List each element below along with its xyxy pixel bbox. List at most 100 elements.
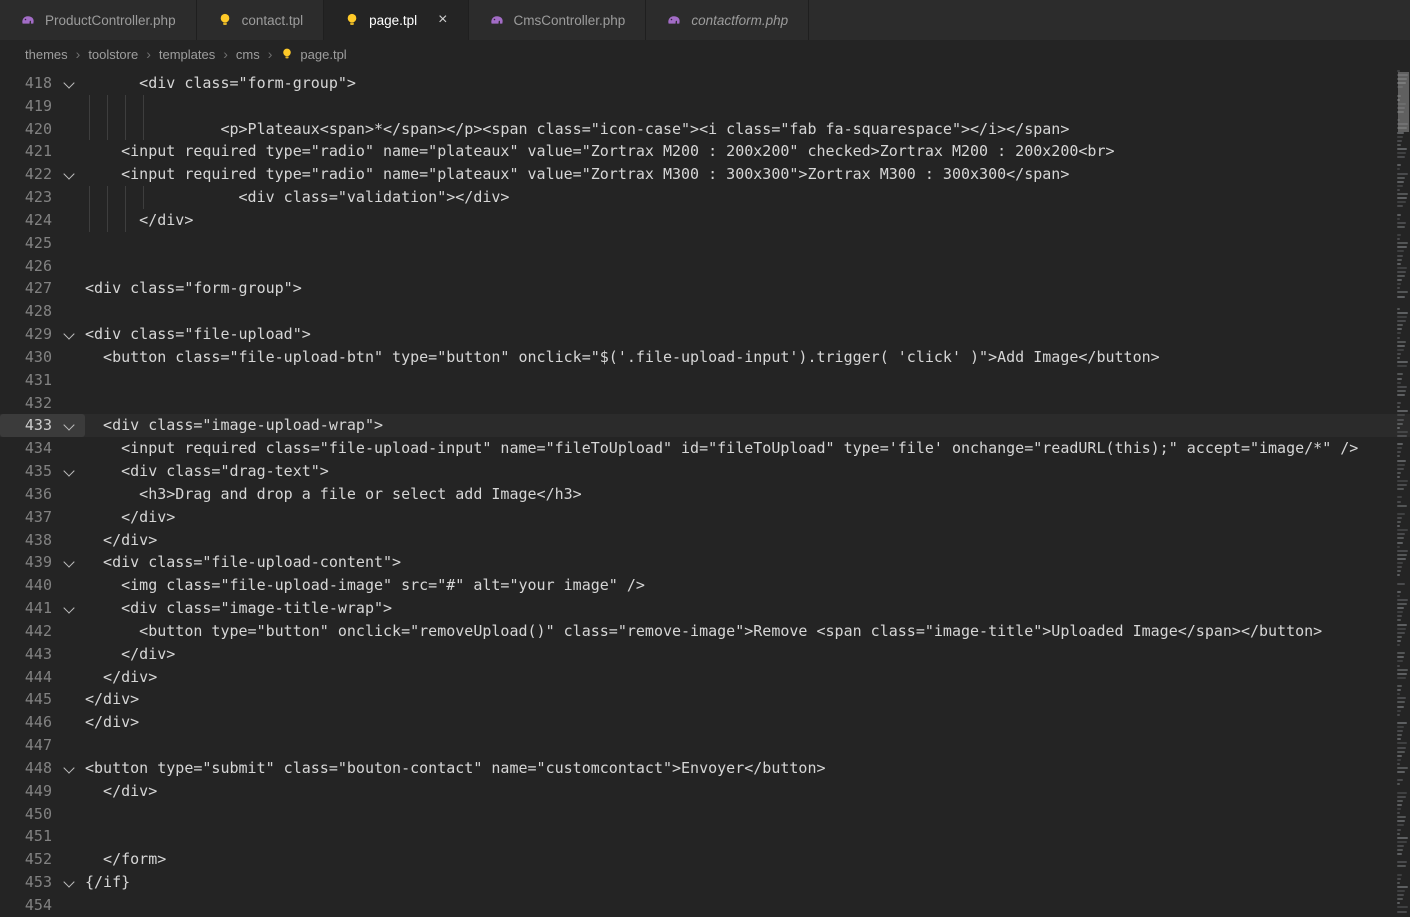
code-text[interactable] <box>85 369 1410 392</box>
line-number[interactable]: 447 <box>0 734 52 757</box>
tab-cmscontroller-php[interactable]: CmsController.php <box>469 0 647 40</box>
minimap-line <box>1397 390 1406 392</box>
code-text[interactable] <box>85 95 1410 118</box>
scrollbar-thumb[interactable] <box>1398 72 1409 132</box>
line-number[interactable]: 435 <box>0 460 52 483</box>
gutter: 433 <box>0 414 85 437</box>
line-number[interactable]: 424 <box>0 209 52 232</box>
code-text[interactable]: <button type="submit" class="bouton-cont… <box>85 757 1410 780</box>
line-number[interactable]: 434 <box>0 437 52 460</box>
line-number[interactable]: 450 <box>0 803 52 826</box>
fold-chevron-icon[interactable] <box>52 597 85 620</box>
minimap-line <box>1397 378 1402 380</box>
code-text[interactable]: <h3>Drag and drop a file or select add I… <box>85 483 1410 506</box>
line-number[interactable]: 426 <box>0 255 52 278</box>
line-number[interactable]: 423 <box>0 186 52 209</box>
fold-chevron-icon[interactable] <box>52 551 85 574</box>
breadcrumb-item-toolstore[interactable]: toolstore <box>88 47 138 62</box>
editor[interactable]: 418 <div class="form-group"> 419420 <p>Pl… <box>0 68 1410 916</box>
line-number[interactable]: 446 <box>0 711 52 734</box>
code-text[interactable]: <div class="image-title-wrap"> <box>85 597 1410 620</box>
line-number[interactable]: 449 <box>0 780 52 803</box>
line-number[interactable]: 443 <box>0 643 52 666</box>
code-text[interactable]: <div class="validation"></div> <box>85 186 1410 209</box>
code-text[interactable]: <div class="form-group"> <box>85 72 1410 95</box>
code-text[interactable]: </div> <box>85 666 1410 689</box>
code-text[interactable] <box>85 232 1410 255</box>
line-number[interactable]: 444 <box>0 666 52 689</box>
code-text[interactable]: <button class="file-upload-btn" type="bu… <box>85 346 1410 369</box>
line-number[interactable]: 441 <box>0 597 52 620</box>
tab-productcontroller-php[interactable]: ProductController.php <box>0 0 197 40</box>
line-number[interactable]: 425 <box>0 232 52 255</box>
fold-chevron-icon[interactable] <box>52 460 85 483</box>
tab-page-tpl[interactable]: page.tpl× <box>324 0 468 40</box>
line-number[interactable]: 448 <box>0 757 52 780</box>
breadcrumb-item-templates[interactable]: templates <box>159 47 215 62</box>
breadcrumb-item-page-tpl[interactable]: page.tpl <box>280 47 346 62</box>
fold-chevron-icon[interactable] <box>52 72 85 95</box>
line-number[interactable]: 452 <box>0 848 52 871</box>
tab-contact-tpl[interactable]: contact.tpl <box>197 0 325 40</box>
code-text[interactable]: <button type="button" onclick="removeUpl… <box>85 620 1410 643</box>
line-number[interactable]: 422 <box>0 163 52 186</box>
code-text[interactable] <box>85 392 1410 415</box>
fold-chevron-icon[interactable] <box>52 323 85 346</box>
code-text[interactable]: </div> <box>85 209 1410 232</box>
code-text[interactable] <box>85 894 1410 917</box>
code-text[interactable]: <input required type="radio" name="plate… <box>85 163 1410 186</box>
line-number[interactable]: 418 <box>0 72 52 95</box>
code-text[interactable]: <input required type="radio" name="plate… <box>85 140 1410 163</box>
code-text[interactable]: <div class="file-upload"> <box>85 323 1410 346</box>
code-text[interactable]: </div> <box>85 688 1410 711</box>
line-number[interactable]: 428 <box>0 300 52 323</box>
code-text[interactable]: <input required class="file-upload-input… <box>85 437 1410 460</box>
code-text[interactable]: {/if} <box>85 871 1410 894</box>
breadcrumb-item-themes[interactable]: themes <box>25 47 68 62</box>
line-number[interactable]: 432 <box>0 392 52 415</box>
fold-chevron-icon[interactable] <box>52 757 85 780</box>
code-text[interactable] <box>85 825 1410 848</box>
line-number[interactable]: 427 <box>0 277 52 300</box>
code-text[interactable]: </div> <box>85 711 1410 734</box>
line-number[interactable]: 438 <box>0 529 52 552</box>
line-number[interactable]: 420 <box>0 118 52 141</box>
code-text[interactable] <box>85 803 1410 826</box>
minimap[interactable] <box>1396 70 1410 916</box>
line-number[interactable]: 431 <box>0 369 52 392</box>
line-number[interactable]: 439 <box>0 551 52 574</box>
code-text[interactable]: </div> <box>85 780 1410 803</box>
code-text[interactable]: </div> <box>85 506 1410 529</box>
code-text[interactable] <box>85 734 1410 757</box>
fold-chevron-icon[interactable] <box>52 414 85 437</box>
line-number[interactable]: 445 <box>0 688 52 711</box>
code-text[interactable]: <p>Plateaux<span>*</span></p><span class… <box>85 118 1410 141</box>
code-text[interactable]: </form> <box>85 848 1410 871</box>
line-number[interactable]: 440 <box>0 574 52 597</box>
code-text[interactable]: <div class="form-group"> <box>85 277 1410 300</box>
code-text[interactable]: <div class="drag-text"> <box>85 460 1410 483</box>
code-text[interactable]: </div> <box>85 529 1410 552</box>
line-number[interactable]: 437 <box>0 506 52 529</box>
line-number[interactable]: 433 <box>0 414 52 437</box>
line-number[interactable]: 453 <box>0 871 52 894</box>
line-number[interactable]: 442 <box>0 620 52 643</box>
line-number[interactable]: 421 <box>0 140 52 163</box>
code-text[interactable]: </div> <box>85 643 1410 666</box>
code-text[interactable]: <div class="image-upload-wrap"> <box>85 414 1410 437</box>
code-text[interactable]: <img class="file-upload-image" src="#" a… <box>85 574 1410 597</box>
code-text[interactable] <box>85 255 1410 278</box>
line-number[interactable]: 454 <box>0 894 52 917</box>
close-icon[interactable]: × <box>438 12 447 28</box>
code-text[interactable]: <div class="file-upload-content"> <box>85 551 1410 574</box>
line-number[interactable]: 436 <box>0 483 52 506</box>
fold-chevron-icon[interactable] <box>52 871 85 894</box>
line-number[interactable]: 430 <box>0 346 52 369</box>
breadcrumb-item-cms[interactable]: cms <box>236 47 260 62</box>
line-number[interactable]: 451 <box>0 825 52 848</box>
code-text[interactable] <box>85 300 1410 323</box>
tab-contactform-php[interactable]: contactform.php <box>646 0 809 40</box>
fold-chevron-icon[interactable] <box>52 163 85 186</box>
line-number[interactable]: 419 <box>0 95 52 118</box>
line-number[interactable]: 429 <box>0 323 52 346</box>
